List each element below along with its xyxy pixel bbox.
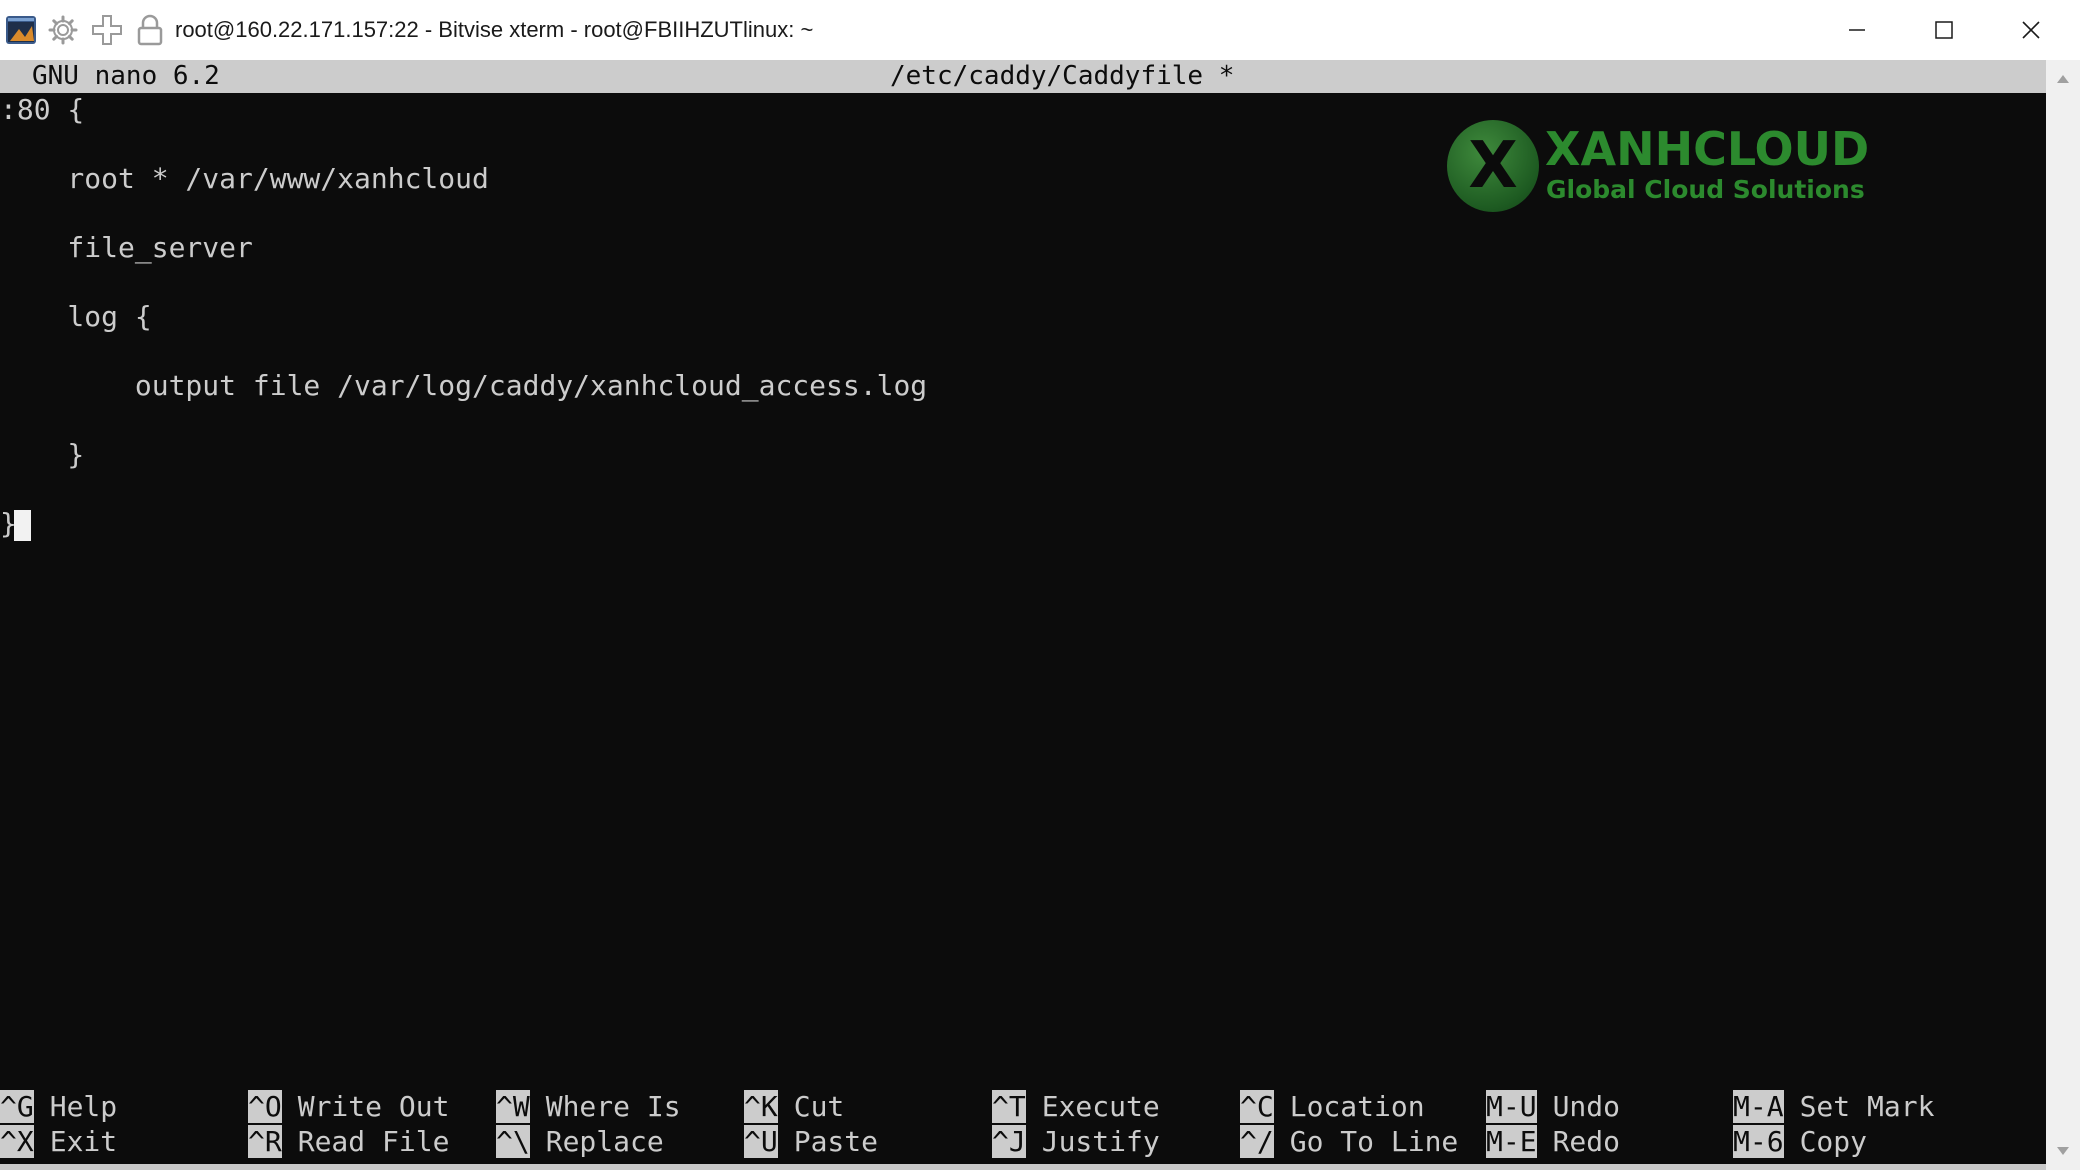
shortcut-label: Help — [49, 1090, 118, 1123]
gear-icon[interactable] — [46, 13, 80, 47]
shortcut-label: Cut — [793, 1090, 845, 1123]
shortcut-copy: M-6 Copy — [1733, 1125, 1867, 1159]
logo-tagline: Global Cloud Solutions — [1546, 175, 1865, 204]
shortcut-label: Replace — [545, 1125, 664, 1158]
shortcut-key: ^X — [0, 1125, 34, 1158]
shortcut-label: Location — [1289, 1090, 1425, 1123]
lock-icon[interactable] — [133, 13, 167, 47]
code-line[interactable]: file_server — [0, 231, 252, 265]
shortcut-key: ^U — [744, 1125, 778, 1158]
shortcut-help: ^G Help — [0, 1090, 117, 1124]
shortcut-key: ^R — [248, 1125, 282, 1158]
shortcut-key: M-A — [1733, 1090, 1784, 1123]
shortcut-key: ^C — [1240, 1090, 1274, 1123]
move-icon[interactable] — [90, 13, 124, 47]
shortcut-key: M-E — [1486, 1125, 1537, 1158]
xanhcloud-logo: X XANHCLOUD Global Cloud Solutions — [1447, 118, 1869, 218]
shortcut-key: ^J — [992, 1125, 1026, 1158]
nano-version: GNU nano 6.2 — [32, 61, 220, 91]
nano-filename: /etc/caddy/Caddyfile * — [890, 61, 1235, 91]
close-button[interactable] — [1987, 0, 2075, 60]
shortcut-label: Where Is — [545, 1090, 681, 1123]
shortcut-read-file: ^R Read File — [248, 1125, 449, 1159]
text-cursor — [13, 509, 31, 541]
maximize-icon — [1935, 21, 1953, 39]
vertical-scrollbar[interactable] — [2046, 60, 2080, 1170]
title-bar: root@160.22.171.157:22 - Bitvise xterm -… — [0, 0, 2080, 61]
shortcut-replace: ^\ Replace — [496, 1125, 664, 1159]
shortcut-label: Read File — [297, 1125, 450, 1158]
shortcut-where-is: ^W Where Is — [496, 1090, 681, 1124]
minimize-icon — [1849, 29, 1865, 31]
shortcut-key: ^\ — [496, 1125, 530, 1158]
editor-area[interactable]: :80 { root * /var/www/xanhcloud file_ser… — [0, 93, 2046, 1053]
shortcut-cut: ^K Cut — [744, 1090, 844, 1124]
shortcut-label: Undo — [1552, 1090, 1621, 1123]
shortcut-exit: ^X Exit — [0, 1125, 117, 1159]
shortcut-write-out: ^O Write Out — [248, 1090, 449, 1124]
shortcut-key: M-6 — [1733, 1125, 1784, 1158]
code-line-with-cursor[interactable]: } — [0, 507, 31, 541]
scroll-thumb[interactable] — [2053, 100, 2073, 1150]
scroll-down-arrow-icon — [2057, 1147, 2069, 1155]
logo-mark-letter: X — [1468, 129, 1518, 203]
shortcut-key: M-U — [1486, 1090, 1537, 1123]
shortcut-justify: ^J Justify — [992, 1125, 1160, 1159]
shortcut-undo: M-U Undo — [1486, 1090, 1620, 1124]
shortcut-key: ^G — [0, 1090, 34, 1123]
shortcut-label: Paste — [793, 1125, 879, 1158]
shortcut-label: Exit — [49, 1125, 118, 1158]
shortcut-set-mark: M-A Set Mark — [1733, 1090, 1934, 1124]
shortcut-label: Write Out — [297, 1090, 450, 1123]
shortcut-execute: ^T Execute — [992, 1090, 1160, 1124]
shortcut-redo: M-E Redo — [1486, 1125, 1620, 1159]
window-bottom-edge — [0, 1164, 2046, 1170]
scroll-down-button[interactable] — [2046, 1136, 2080, 1166]
shortcut-key: ^/ — [1240, 1125, 1274, 1158]
code-line[interactable]: output file /var/log/caddy/xanhcloud_acc… — [0, 369, 927, 403]
shortcut-label: Copy — [1799, 1125, 1868, 1158]
shortcut-paste: ^U Paste — [744, 1125, 878, 1159]
scroll-up-arrow-icon — [2057, 75, 2069, 83]
maximize-button[interactable] — [1900, 0, 1988, 60]
scroll-up-button[interactable] — [2046, 64, 2080, 94]
nano-header-bar: GNU nano 6.2 /etc/caddy/Caddyfile * — [0, 60, 2046, 93]
minimize-button[interactable] — [1813, 0, 1901, 60]
shortcut-key: ^W — [496, 1090, 530, 1123]
shortcut-key: ^K — [744, 1090, 778, 1123]
logo-mark: X — [1447, 120, 1539, 212]
code-line[interactable]: :80 { — [0, 93, 84, 127]
code-line[interactable]: log { — [0, 300, 151, 334]
shortcut-label: Go To Line — [1289, 1125, 1459, 1158]
shortcut-go-to-line: ^/ Go To Line — [1240, 1125, 1458, 1159]
shortcut-location: ^C Location — [1240, 1090, 1425, 1124]
shortcut-label: Set Mark — [1799, 1090, 1935, 1123]
shortcut-label: Redo — [1552, 1125, 1621, 1158]
logo-brand-name: XANHCLOUD — [1545, 122, 1870, 176]
shortcut-label: Execute — [1041, 1090, 1160, 1123]
terminal-window: root@160.22.171.157:22 - Bitvise xterm -… — [0, 0, 2080, 1170]
code-line[interactable]: } — [0, 438, 84, 472]
shortcut-key: ^O — [248, 1090, 282, 1123]
code-line[interactable]: root * /var/www/xanhcloud — [0, 162, 488, 196]
shortcut-bar: ^G Help ^O Write Out ^W Where Is ^K Cut ^T Ex… — [0, 1090, 2046, 1160]
shortcut-key: ^T — [992, 1090, 1026, 1123]
window-title: root@160.22.171.157:22 - Bitvise xterm -… — [175, 17, 814, 42]
shortcut-label: Justify — [1041, 1125, 1160, 1158]
close-icon — [2022, 21, 2040, 39]
terminal-app-icon[interactable] — [4, 13, 38, 47]
